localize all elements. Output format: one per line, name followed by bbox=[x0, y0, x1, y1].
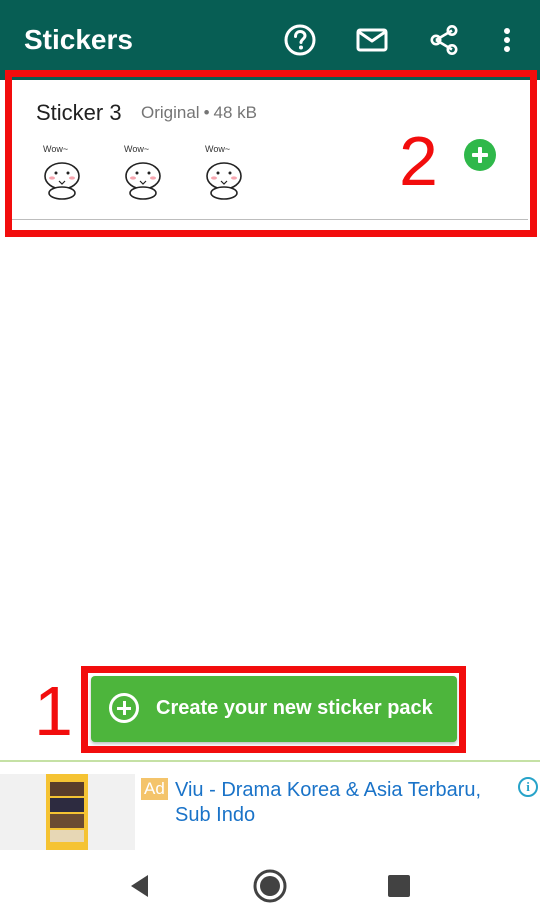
app-bar: Stickers bbox=[0, 0, 540, 80]
ad-title-link[interactable]: Viu - Drama Korea & Asia Terbaru, Sub In… bbox=[175, 778, 515, 828]
app-title: Stickers bbox=[24, 24, 133, 55]
recents-icon[interactable] bbox=[381, 868, 417, 904]
home-icon[interactable] bbox=[252, 868, 288, 904]
back-icon[interactable] bbox=[122, 868, 158, 904]
more-vert-icon[interactable] bbox=[489, 22, 525, 58]
ad-banner[interactable]: Ad Viu - Drama Korea & Asia Terbaru, Sub… bbox=[0, 762, 540, 850]
annotation-label-1: 1 bbox=[34, 672, 73, 750]
ad-info-icon[interactable]: i bbox=[518, 777, 538, 797]
ad-badge: Ad bbox=[141, 778, 168, 800]
help-icon[interactable] bbox=[282, 22, 318, 58]
ad-poster-image[interactable] bbox=[46, 774, 88, 850]
share-icon[interactable] bbox=[426, 22, 462, 58]
annotation-box-1 bbox=[81, 666, 466, 753]
system-nav-bar bbox=[0, 850, 540, 922]
annotation-box-2 bbox=[5, 70, 537, 237]
annotation-label-2: 2 bbox=[399, 122, 438, 200]
mail-icon[interactable] bbox=[354, 22, 390, 58]
